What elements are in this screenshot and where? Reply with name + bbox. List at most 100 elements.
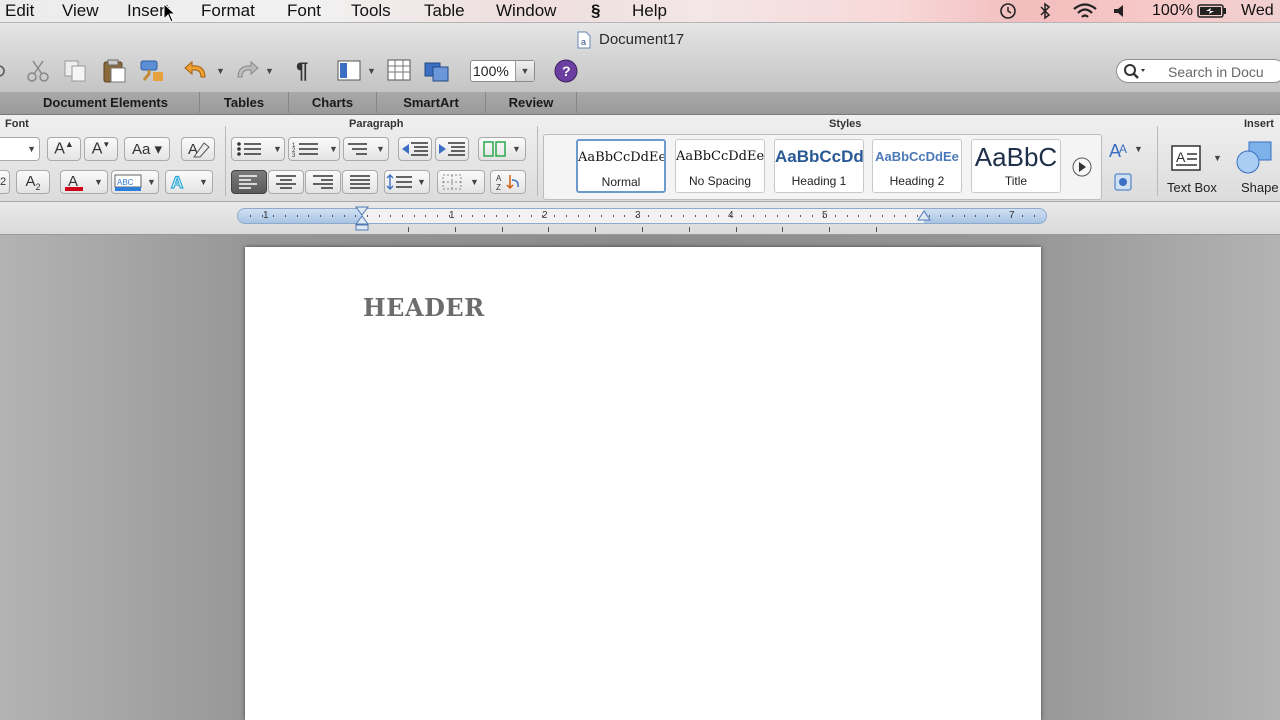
sort-icon: AZ <box>496 174 519 192</box>
group-separator <box>1157 126 1158 196</box>
svg-text:A: A <box>1119 142 1127 156</box>
svg-text:▼: ▼ <box>273 144 282 154</box>
script-menu-icon[interactable]: § <box>591 0 600 22</box>
menu-window[interactable]: Window <box>496 0 556 22</box>
menu-edit[interactable]: Edit <box>5 0 34 22</box>
text-box-button[interactable]: Text Box <box>1167 180 1217 195</box>
redo-icon[interactable] <box>232 58 260 84</box>
styles-next-icon[interactable] <box>1071 156 1093 178</box>
align-center-button[interactable] <box>268 170 304 194</box>
group-label-styles: Styles <box>829 118 862 130</box>
manage-styles-icon[interactable] <box>1110 170 1136 194</box>
grow-font-button[interactable]: A▲ <box>47 137 81 161</box>
style-name: Heading 1 <box>791 174 847 188</box>
show-formatting-icon[interactable]: ¶ <box>296 58 308 84</box>
svg-text:▼: ▼ <box>417 177 426 187</box>
tab-charts[interactable]: Charts <box>289 92 377 113</box>
group-separator <box>225 126 226 196</box>
volume-icon[interactable] <box>1112 3 1130 19</box>
text-box-dropdown-icon[interactable]: ▼ <box>1213 153 1222 163</box>
decrease-indent-button[interactable] <box>398 137 432 161</box>
sort-button[interactable]: AZ <box>490 170 526 194</box>
shrink-font-button[interactable]: A▼ <box>84 137 118 161</box>
style-name: No Spacing <box>688 174 752 188</box>
battery-icon[interactable] <box>1197 4 1227 18</box>
redo-dropdown-icon[interactable]: ▼ <box>265 66 274 76</box>
menu-help[interactable]: Help <box>632 0 667 22</box>
style-heading-2[interactable]: AaBbCcDdEe Heading 2 <box>872 139 962 193</box>
view-dropdown-icon[interactable]: ▼ <box>367 66 376 76</box>
menu-tools[interactable]: Tools <box>351 0 391 22</box>
borders-button[interactable]: ▼ <box>437 170 485 194</box>
zoom-dropdown-icon[interactable]: ▼ <box>515 61 534 81</box>
search-field[interactable]: Search in Docu <box>1116 59 1280 83</box>
line-spacing-button[interactable]: ▼ <box>384 170 430 194</box>
decrease-indent-icon <box>402 142 428 156</box>
copy-icon[interactable] <box>62 58 88 84</box>
superscript-button[interactable]: 2 <box>0 170 10 194</box>
columns-button[interactable]: ▼ <box>478 137 526 161</box>
multilevel-list-button[interactable]: ▼ <box>343 137 389 161</box>
view-layout-icon[interactable] <box>336 58 364 84</box>
numbering-button[interactable]: 1 2 3 ▼ <box>288 137 340 161</box>
shape-icon[interactable] <box>1235 140 1280 176</box>
format-painter-icon[interactable] <box>138 58 166 84</box>
cut-icon[interactable] <box>26 58 50 84</box>
right-indent-marker-icon[interactable] <box>917 210 931 224</box>
subscript-icon: A2 <box>25 172 41 192</box>
style-no-spacing[interactable]: AaBbCcDdEe No Spacing <box>675 139 765 193</box>
menu-format[interactable]: Format <box>201 0 255 22</box>
tab-review[interactable]: Review <box>486 92 577 113</box>
time-machine-icon[interactable] <box>998 2 1018 20</box>
wifi-icon[interactable] <box>1072 2 1098 20</box>
shape-button[interactable]: Shape <box>1241 180 1279 195</box>
ruler-number: 7 <box>1009 210 1015 221</box>
svg-text:3: 3 <box>292 153 296 159</box>
text-effects-button[interactable]: A ▼ <box>165 170 213 194</box>
font-size-dropdown-icon[interactable]: ▼ <box>27 144 36 154</box>
style-sample: AaBbCcDdEe <box>676 149 764 164</box>
change-case-icon: Aa ▾ <box>131 141 163 158</box>
zoom-field[interactable]: 100% ▼ <box>470 60 535 82</box>
clear-formatting-button[interactable]: A <box>181 137 215 161</box>
media-browser-icon[interactable] <box>423 58 451 84</box>
tab-tables[interactable]: Tables <box>200 92 289 113</box>
increase-indent-button[interactable] <box>435 137 469 161</box>
bullets-button[interactable]: ▼ <box>231 137 285 161</box>
align-left-button[interactable] <box>231 170 267 194</box>
battery-percent: 100% <box>1152 2 1193 19</box>
search-placeholder: Search in Docu <box>1168 64 1264 80</box>
first-line-indent-marker-icon[interactable] <box>354 206 370 232</box>
table-grid-icon[interactable] <box>386 58 412 84</box>
paste-icon[interactable] <box>101 58 127 84</box>
svg-text:▼: ▼ <box>470 177 479 187</box>
menu-table[interactable]: Table <box>424 0 465 22</box>
undo-dropdown-icon[interactable]: ▼ <box>216 66 225 76</box>
ruler-text-area <box>362 209 924 223</box>
grow-font-icon: A▲ <box>54 139 74 158</box>
justify-button[interactable] <box>342 170 378 194</box>
style-sample: AaBbCcDdEe <box>578 150 664 165</box>
ruler-number: 1 <box>449 210 455 221</box>
menu-view[interactable]: View <box>62 0 99 22</box>
change-case-button[interactable]: Aa ▾ <box>124 137 170 161</box>
highlight-button[interactable]: ABC ▼ <box>111 170 159 194</box>
menu-font[interactable]: Font <box>287 0 321 22</box>
text-box-icon[interactable]: A <box>1170 142 1204 176</box>
style-heading-1[interactable]: AaBbCcDd Heading 1 <box>774 139 864 193</box>
font-size-field[interactable]: ▼ <box>0 137 40 161</box>
tab-smartart[interactable]: SmartArt <box>377 92 486 113</box>
font-color-button[interactable]: A ▼ <box>60 170 108 194</box>
help-icon[interactable]: ? <box>553 58 579 84</box>
columns-icon: ▼ <box>483 141 521 157</box>
document-header-text[interactable]: HEADER <box>363 293 485 322</box>
style-normal[interactable]: AaBbCcDdEe Normal <box>576 139 666 193</box>
subscript-button[interactable]: A2 <box>16 170 50 194</box>
undo-icon[interactable] <box>183 58 211 84</box>
bluetooth-icon[interactable] <box>1038 2 1052 20</box>
styles-pane-icon[interactable]: AA ▼ <box>1107 137 1145 163</box>
sidebar-icon[interactable] <box>0 62 8 80</box>
tab-document-elements[interactable]: Document Elements <box>12 92 200 113</box>
align-right-button[interactable] <box>305 170 341 194</box>
style-title[interactable]: AaBbC Title <box>971 139 1061 193</box>
